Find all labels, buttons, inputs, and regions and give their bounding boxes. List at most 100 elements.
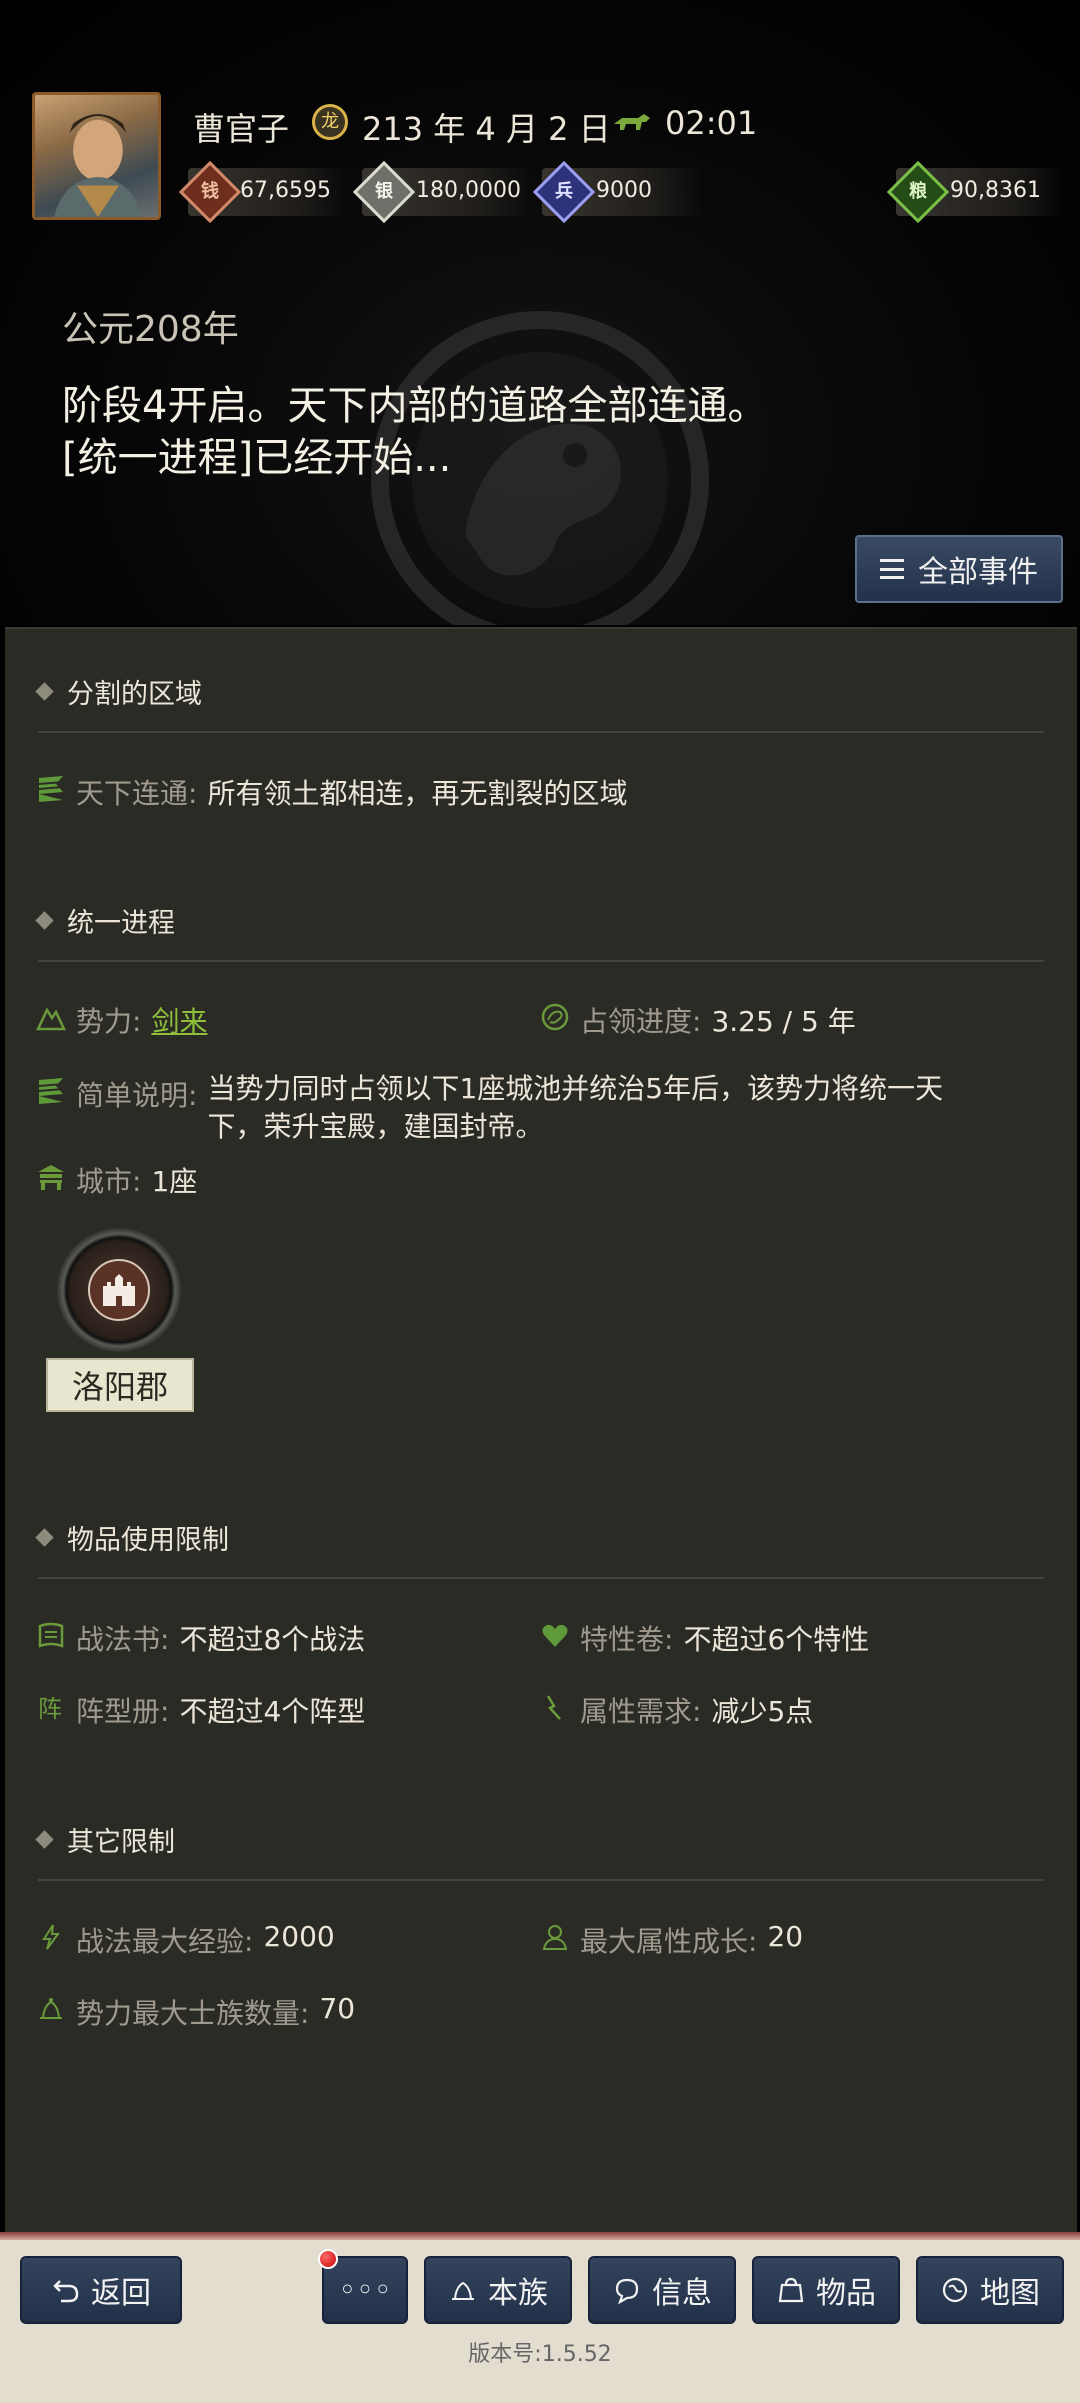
- castle-icon: [88, 1259, 150, 1321]
- general-bust-icon: [542, 1925, 568, 1950]
- clan-value: 70: [319, 1992, 356, 2025]
- force-label: 势力:: [76, 1005, 142, 1038]
- force-row: 势力: 剑来: [36, 1000, 207, 1040]
- growth-label: 最大属性成长:: [580, 1925, 758, 1958]
- section-title-text: 统一进程: [67, 908, 175, 939]
- food-value: 90,8361: [950, 178, 1041, 203]
- formation-book-row: 阵 阵型册: 不超过4个阵型: [36, 1690, 365, 1730]
- back-arrow-icon: [53, 2280, 79, 2303]
- description-label: 简单说明:: [76, 1079, 198, 1112]
- back-button[interactable]: 返回: [20, 2256, 182, 2324]
- divider: [38, 960, 1044, 962]
- green-banner-icon: [38, 776, 64, 802]
- description-value: 当势力同时占领以下1座城池并统治5年后，该势力将统一天下，荣升宝殿，建国封帝。: [207, 1072, 944, 1143]
- dragon-progress-icon: [541, 1003, 569, 1031]
- player-avatar[interactable]: [32, 92, 161, 220]
- attribute-value: 减少5点: [711, 1695, 814, 1728]
- items-bag-icon: [778, 2277, 804, 2303]
- green-banner-icon: [38, 1078, 64, 1104]
- info-button[interactable]: 信息: [588, 2256, 736, 2324]
- divider: [38, 1577, 1044, 1579]
- diamond-bullet-icon: [35, 1830, 54, 1849]
- items-nav-label: 物品: [816, 2276, 876, 2311]
- diamond-bullet-icon: [35, 1528, 54, 1547]
- divider: [38, 731, 1044, 733]
- trait-scroll-row: 特性卷: 不超过6个特性: [540, 1618, 869, 1658]
- clan-limit-row: 势力最大士族数量: 70: [36, 1992, 355, 2032]
- lightning-icon: [42, 1924, 60, 1950]
- connection-label: 天下连通:: [76, 777, 198, 810]
- map-button[interactable]: 地图: [916, 2256, 1064, 2324]
- clan-hat-icon: [452, 2281, 474, 2300]
- section-title-divided: 分割的区域: [35, 672, 202, 711]
- copper-coin-value: 67,6595: [240, 178, 331, 203]
- section-title-text: 物品使用限制: [67, 1525, 229, 1556]
- tactics-book-row: 战法书: 不超过8个战法: [36, 1618, 365, 1658]
- header-area: 曹官子 龙 213 年 4 月 2 日 02:01 钱 67,6595 银 18…: [0, 0, 1080, 625]
- connection-row: 天下连通: 所有领土都相连，再无割裂的区域: [36, 772, 627, 812]
- map-globe-icon: [942, 2277, 968, 2303]
- city-gate-icon: [38, 1165, 64, 1190]
- map-nav-label: 地图: [980, 2276, 1040, 2311]
- attribute-growth-row: 最大属性成长: 20: [540, 1920, 803, 1960]
- items-button[interactable]: 物品: [752, 2256, 900, 2324]
- formation-icon: 阵: [38, 1695, 62, 1722]
- force-link[interactable]: 剑来: [151, 1000, 207, 1040]
- tactics-value: 不超过8个战法: [179, 1623, 366, 1656]
- diamond-bullet-icon: [35, 682, 54, 701]
- city-label: 城市:: [76, 1165, 142, 1198]
- horse-time-icon: [614, 114, 650, 130]
- growth-value: 20: [767, 1920, 804, 1953]
- attribute-label: 属性需求:: [580, 1695, 702, 1728]
- attribute-icon: [546, 1695, 561, 1720]
- tactics-exp-row: 战法最大经验: 2000: [36, 1920, 335, 1960]
- description-row: 简单说明: 当势力同时占领以下1座城池并统治5年后，该势力将统一天下，荣升宝殿，…: [36, 1072, 996, 1146]
- connection-value: 所有领土都相连，再无割裂的区域: [207, 777, 628, 810]
- formation-label: 阵型册:: [76, 1695, 170, 1728]
- section-title-unification: 统一进程: [35, 901, 175, 940]
- clan-nav-label: 本族: [488, 2276, 548, 2311]
- game-time: 02:01: [665, 104, 758, 142]
- clan-label: 势力最大士族数量:: [76, 1997, 310, 2030]
- diamond-bullet-icon: [35, 911, 54, 930]
- attribute-requirement-row: 属性需求: 减少5点: [540, 1690, 813, 1730]
- section-title-other: 其它限制: [35, 1820, 175, 1859]
- exp-label: 战法最大经验:: [76, 1925, 254, 1958]
- city-count-row: 城市: 1座: [36, 1160, 197, 1200]
- trait-value: 不超过6个特性: [683, 1623, 870, 1656]
- city-castle-button[interactable]: [57, 1228, 181, 1352]
- notification-dot-icon: [318, 2249, 338, 2269]
- exp-value: 2000: [263, 1920, 335, 1953]
- city-name-tag[interactable]: 洛阳郡: [46, 1358, 194, 1412]
- event-message: 阶段4开启。天下内部的道路全部连通。 [统一进程]已经开始...: [62, 380, 962, 484]
- formation-value: 不超过4个阵型: [179, 1695, 366, 1728]
- city-value: 1座: [151, 1165, 198, 1198]
- back-label: 返回: [91, 2276, 151, 2311]
- svg-text:阵: 阵: [38, 1695, 62, 1722]
- game-date: 213 年 4 月 2 日: [362, 110, 611, 148]
- event-year: 公元208年: [62, 309, 239, 350]
- trait-label: 特性卷:: [580, 1623, 674, 1656]
- progress-value: 3.25 / 5 年: [711, 1005, 856, 1038]
- heart-trait-icon: [542, 1624, 568, 1647]
- section-title-items: 物品使用限制: [35, 1518, 229, 1557]
- chat-bubble-icon: [615, 2278, 639, 2305]
- tactics-book-icon: [38, 1622, 64, 1648]
- section-title-text: 其它限制: [67, 1827, 175, 1858]
- player-name: 曹官子: [193, 110, 290, 148]
- all-events-button[interactable]: 全部事件: [855, 535, 1063, 603]
- info-nav-label: 信息: [652, 2276, 712, 2311]
- progress-row: 占领进度: 3.25 / 5 年: [540, 1000, 856, 1040]
- tactics-label: 战法书:: [76, 1623, 170, 1656]
- clan-hat-icon: [40, 1998, 62, 2019]
- divider: [38, 1879, 1044, 1881]
- dragon-date-icon: 龙: [312, 104, 348, 140]
- event-line-1: 阶段4开启。天下内部的道路全部连通。: [62, 383, 768, 429]
- troops-value: 9000: [596, 178, 652, 203]
- silver-value: 180,0000: [416, 178, 521, 203]
- progress-label: 占领进度:: [580, 1005, 702, 1038]
- clan-button[interactable]: 本族: [424, 2256, 572, 2324]
- version-text: 版本号:1.5.52: [468, 2342, 612, 2367]
- list-menu-icon: [880, 559, 904, 579]
- more-dots-icon: ◦◦◦: [338, 2272, 392, 2308]
